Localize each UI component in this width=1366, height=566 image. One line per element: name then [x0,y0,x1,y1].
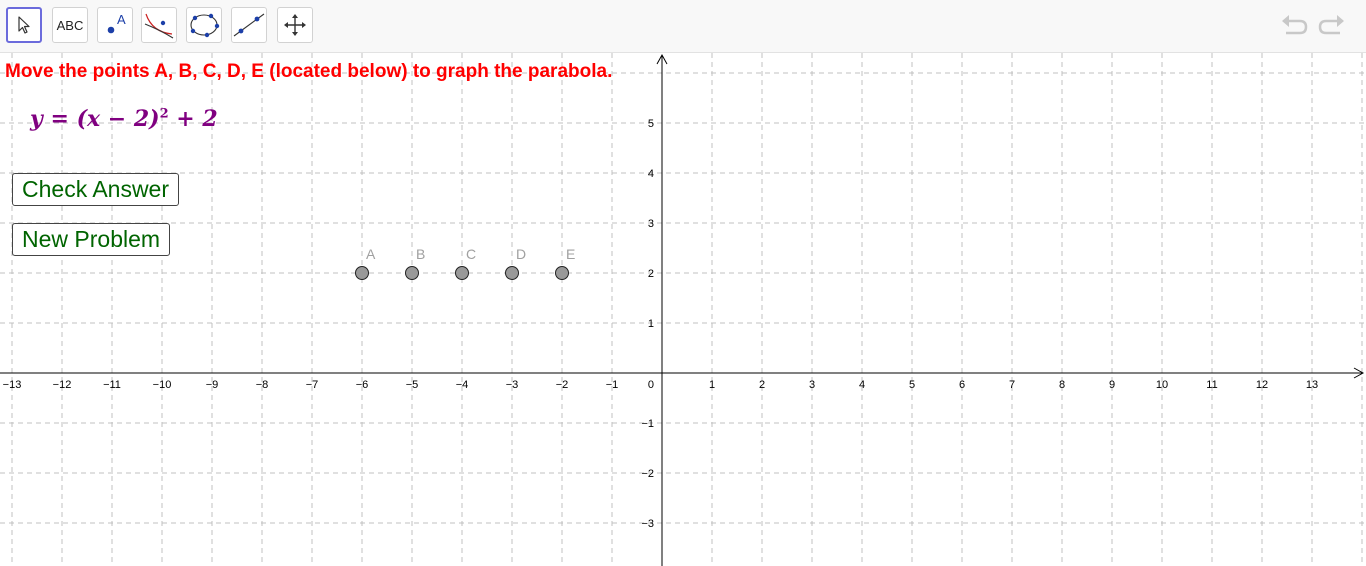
y-tick-label: 5 [648,118,654,130]
equation-constant: + 2 [176,106,218,132]
x-tick-label: 8 [1059,379,1065,391]
parabola-equation: y = (x − 2)2 + 2 [30,106,218,132]
point-marker[interactable] [505,266,519,280]
x-tick-label: 6 [959,379,965,391]
x-tick-label: 11 [1206,379,1217,391]
point-label: A [366,246,376,262]
point-marker[interactable] [455,266,469,280]
cursor-arrow-icon [18,16,30,34]
point-label: D [516,246,526,262]
y-tick-label: −2 [641,468,654,480]
point-c[interactable]: C [455,246,477,280]
x-tick-label: 7 [1009,379,1015,391]
y-tick-label: −3 [641,518,654,530]
conic-tool-button[interactable] [186,7,222,43]
text-tool-button[interactable]: ABC [52,7,88,43]
x-tick-label: 5 [909,379,915,391]
x-tick-label: −10 [153,379,172,391]
equation-exponent: 2 [159,106,169,122]
y-tick-label: 3 [648,218,654,230]
equation-binomial: (x − 2) [76,106,160,132]
x-tick-label: 10 [1156,379,1168,391]
undo-button[interactable] [1280,13,1308,39]
x-tick-label: 1 [709,379,715,391]
line-tool-button[interactable] [231,7,267,43]
line-icon [233,13,265,37]
move-arrows-icon [284,14,306,36]
toolbar: ABC A [0,0,1366,53]
function-inspector-icon [144,13,174,39]
point-marker[interactable] [355,266,369,280]
point-tool-letter: A [117,12,126,27]
point-b[interactable]: B [405,246,426,280]
point-label: B [416,246,425,262]
x-tick-label: −2 [556,379,569,391]
move-tool-button[interactable] [6,7,42,43]
x-tick-label: −9 [206,379,219,391]
x-tick-label: 2 [759,379,765,391]
x-tick-label: −3 [506,379,519,391]
point-marker[interactable] [555,266,569,280]
redo-button[interactable] [1318,13,1346,39]
x-tick-label: 12 [1256,379,1268,391]
x-tick-label: 13 [1306,379,1318,391]
x-tick-label: −7 [306,379,319,391]
conic-five-points-icon [190,13,220,38]
x-tick-label: 3 [809,379,815,391]
x-tick-label: −8 [256,379,269,391]
check-answer-button[interactable]: Check Answer [12,173,180,206]
x-tick-label: −5 [406,379,419,391]
function-inspector-tool-button[interactable] [141,7,177,43]
x-tick-label: 9 [1109,379,1115,391]
move-graphics-view-tool-button[interactable] [277,7,313,43]
instruction-text: Move the points A, B, C, D, E (located b… [5,61,613,82]
movable-points: A B C D E [355,246,576,280]
point-a[interactable]: A [355,246,377,280]
x-tick-label: −13 [3,379,22,391]
point-icon: A [107,12,126,34]
y-tick-label: −1 [641,418,654,430]
new-problem-button[interactable]: New Problem [12,223,171,256]
equation-equals: = [50,106,69,132]
point-e[interactable]: E [555,246,576,280]
x-tick-label: −1 [606,379,619,391]
point-label: E [566,246,575,262]
equation-lhs: y [30,106,43,132]
point-tool-button[interactable]: A [97,7,133,43]
point-label: C [466,246,476,262]
redo-icon [1318,15,1344,35]
x-tick-label: −6 [356,379,369,391]
y-tick-label: 2 [648,268,654,280]
text-tool-label: ABC [56,17,84,33]
point-d[interactable]: D [505,246,527,280]
x-tick-label: 4 [859,379,865,391]
point-marker[interactable] [405,266,419,280]
y-tick-label: 1 [648,318,654,330]
x-tick-label: −11 [103,379,121,391]
undo-icon [1282,15,1308,35]
x-tick-label: −4 [456,379,469,391]
y-tick-label: 4 [648,168,654,180]
origin-label: 0 [648,379,654,391]
x-tick-label: −12 [53,379,72,391]
